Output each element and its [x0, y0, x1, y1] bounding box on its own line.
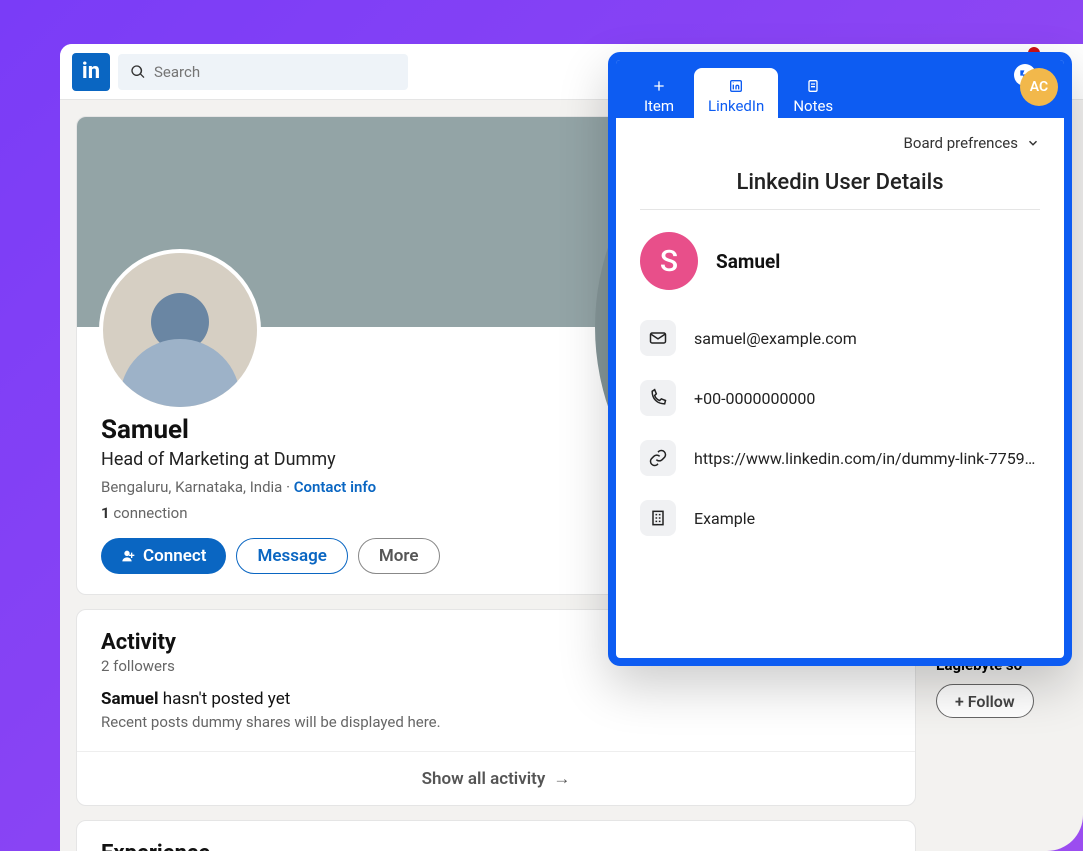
tab-linkedin-label: LinkedIn [708, 97, 764, 115]
arrow-right-icon: → [553, 769, 570, 789]
search-icon [130, 64, 146, 80]
no-posts-line: Samuel hasn't posted yet [101, 689, 891, 709]
building-icon [640, 500, 676, 536]
detail-url[interactable]: https://www.linkedin.com/in/dummy-link-7… [640, 440, 1040, 476]
connections-count: 1 [101, 504, 110, 522]
user-name: Samuel [716, 250, 780, 273]
company-value: Example [694, 509, 755, 528]
connect-button[interactable]: Connect [101, 538, 226, 574]
message-button[interactable]: Message [236, 538, 347, 574]
notes-icon [805, 78, 821, 94]
tab-linkedin[interactable]: LinkedIn [694, 68, 778, 118]
plus-icon [651, 78, 667, 94]
detail-company[interactable]: Example [640, 500, 1040, 536]
connect-label: Connect [143, 546, 206, 566]
show-all-activity[interactable]: Show all activity → [77, 751, 915, 805]
link-icon [640, 440, 676, 476]
plus-icon: + [955, 692, 964, 711]
board-preferences[interactable]: Board prefrences [640, 134, 1040, 152]
phone-value: +00-0000000000 [694, 389, 815, 408]
user-initial-avatar: S [640, 232, 698, 290]
detail-phone[interactable]: +00-0000000000 [640, 380, 1040, 416]
phone-icon [640, 380, 676, 416]
contact-info-link[interactable]: Contact info [294, 478, 376, 496]
board-pref-label: Board prefrences [904, 134, 1018, 152]
tab-notes[interactable]: Notes [778, 68, 848, 118]
extension-popup: Item LinkedIn Notes AC Board prefrences … [608, 52, 1072, 666]
url-value: https://www.linkedin.com/in/dummy-link-7… [694, 449, 1040, 468]
connections-label: connection [110, 504, 188, 522]
linkedin-icon [728, 78, 744, 94]
extension-title: Linkedin User Details [640, 170, 1040, 210]
connect-icon [121, 548, 137, 564]
follow-button[interactable]: + Follow [936, 684, 1034, 718]
follow-label: Follow [968, 692, 1015, 711]
app-frame: in Home My [0, 0, 1083, 851]
email-value: samuel@example.com [694, 329, 857, 348]
linkedin-logo[interactable]: in [72, 53, 110, 91]
experience-heading: Experience [101, 841, 891, 851]
profile-location: Bengaluru, Karnataka, India [101, 478, 282, 496]
tab-item-label: Item [644, 97, 674, 115]
user-header: S Samuel [640, 232, 1040, 290]
experience-card: Experience Head of Marketing [76, 820, 916, 851]
tab-item[interactable]: Item [624, 68, 694, 118]
search-box[interactable] [118, 54, 408, 90]
profile-avatar[interactable] [99, 249, 261, 411]
no-posts-sub: Recent posts dummy shares will be displa… [101, 713, 891, 731]
show-all-label: Show all activity [422, 769, 546, 789]
extension-tab-bar: Item LinkedIn Notes AC [616, 60, 1064, 118]
search-input[interactable] [154, 63, 396, 81]
chevron-down-icon [1026, 136, 1040, 150]
mail-icon [640, 320, 676, 356]
extension-body: Board prefrences Linkedin User Details S… [616, 118, 1064, 576]
tab-notes-label: Notes [793, 97, 833, 115]
extension-user-avatar[interactable]: AC [1020, 68, 1058, 106]
detail-email[interactable]: samuel@example.com [640, 320, 1040, 356]
more-button[interactable]: More [358, 538, 440, 574]
